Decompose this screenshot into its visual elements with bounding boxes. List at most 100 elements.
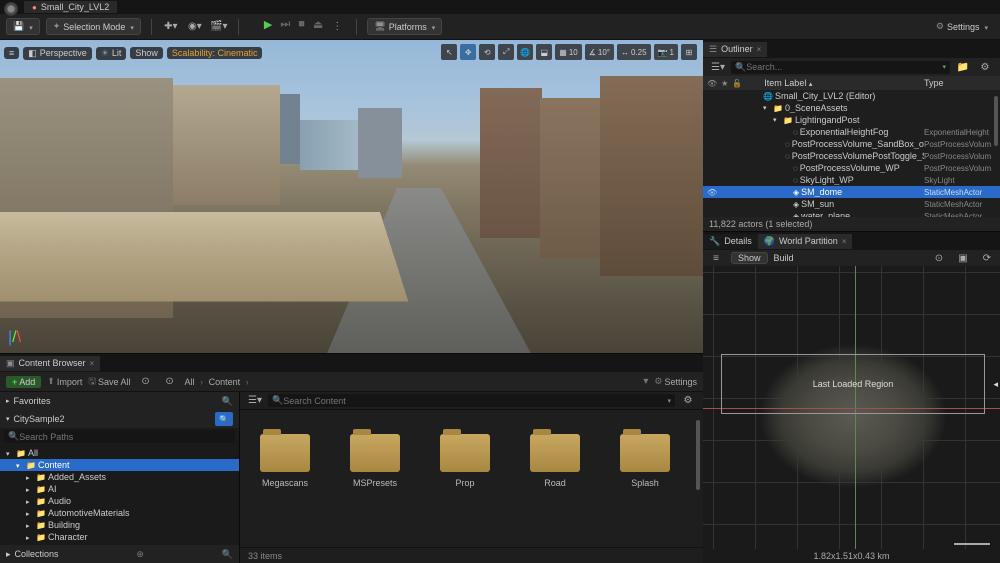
surface-snap-toggle[interactable]: ⬓: [536, 44, 552, 60]
outliner-row[interactable]: ◈ SM_sun StaticMeshActor: [703, 198, 1000, 210]
close-icon[interactable]: ×: [757, 45, 762, 54]
coord-space-toggle[interactable]: 🌐: [517, 44, 533, 60]
selection-mode-dropdown[interactable]: ✦ Selection Mode: [46, 18, 141, 35]
perspective-dropdown[interactable]: Perspective: [23, 47, 92, 60]
outliner-row[interactable]: 🌐 Small_City_LVL2 (Editor): [703, 90, 1000, 102]
outliner-row[interactable]: ◌ PostProcessVolumePostToggle_S PostProc…: [703, 150, 1000, 162]
play-options-dropdown[interactable]: ⋮: [328, 18, 346, 36]
tree-row[interactable]: 📁Character: [0, 531, 239, 543]
outliner-row[interactable]: 👁 ◈ SM_dome StaticMeshActor: [703, 186, 1000, 198]
collapse-icon[interactable]: ▾: [6, 415, 10, 423]
close-icon[interactable]: ×: [90, 359, 95, 368]
save-button[interactable]: [6, 18, 40, 35]
filter-dropdown[interactable]: ☰▾: [709, 58, 727, 76]
bounds-button[interactable]: ▣: [954, 249, 972, 267]
search-paths-input[interactable]: 🔍: [4, 430, 235, 443]
import-button[interactable]: ⬆Import: [47, 376, 82, 387]
outliner-row[interactable]: ◌ ExponentialHeightFog ExponentialHeight: [703, 126, 1000, 138]
refresh-button[interactable]: ⟳: [978, 249, 996, 267]
expand-icon[interactable]: ▸: [6, 397, 10, 405]
collections-header[interactable]: ▸ Collections ⊕ 🔍: [0, 545, 239, 563]
view-options-button[interactable]: ⚙: [679, 392, 697, 410]
visibility-column-icon[interactable]: 👁: [707, 79, 717, 88]
project-header[interactable]: ▾ CitySample2 🔍: [0, 410, 239, 428]
filter-dropdown[interactable]: ☰▾: [246, 392, 264, 410]
rotate-tool[interactable]: ⟲: [479, 44, 495, 60]
maximize-viewport[interactable]: ⊞: [681, 44, 697, 60]
type-column[interactable]: Type: [924, 78, 996, 88]
viewport-canvas[interactable]: |/\: [0, 40, 703, 353]
favorites-header[interactable]: ▸ Favorites 🔍: [0, 392, 239, 410]
grid-snap-value[interactable]: ▦ 10: [555, 44, 581, 60]
asset-folder[interactable]: Splash: [614, 434, 676, 488]
search-icon[interactable]: 🔍: [222, 396, 233, 407]
cinematics-dropdown[interactable]: 🎬▾: [210, 18, 228, 36]
outliner-search-input[interactable]: 🔍 ▾: [731, 61, 950, 74]
search-content-input[interactable]: 🔍 ▾: [268, 394, 675, 407]
camera-speed[interactable]: 📷 1: [654, 44, 678, 60]
tree-row[interactable]: 📁AutomotiveMaterials: [0, 507, 239, 519]
create-dropdown[interactable]: ✚▾: [162, 18, 180, 36]
item-label-column[interactable]: Item Label ▴: [748, 78, 918, 88]
tree-row[interactable]: 📁Building: [0, 519, 239, 531]
add-collection-icon[interactable]: ⊕: [136, 549, 144, 560]
outliner-tab[interactable]: ☰ Outliner ×: [703, 42, 767, 57]
search-paths-button[interactable]: 🔍: [215, 412, 233, 426]
tree-row[interactable]: 📁All: [0, 447, 239, 459]
outliner-row[interactable]: ◈ water_plane StaticMeshActor: [703, 210, 1000, 217]
close-icon[interactable]: ×: [842, 237, 847, 246]
expand-icon[interactable]: ▸: [6, 549, 11, 560]
content-settings-button[interactable]: ⚙Settings: [654, 376, 697, 387]
select-tool[interactable]: ↖: [441, 44, 457, 60]
add-button[interactable]: Add: [6, 376, 41, 388]
tree-row[interactable]: 📁Audio: [0, 495, 239, 507]
history-back-button[interactable]: ⊙: [137, 373, 155, 391]
outliner-row[interactable]: ◌ PostProcessVolume_SandBox_only PostPro…: [703, 138, 1000, 150]
focus-button[interactable]: ⊙: [930, 249, 948, 267]
stop-button[interactable]: ■: [295, 18, 308, 36]
settings-dropdown[interactable]: ⚙ Settings: [930, 19, 994, 34]
outliner-row[interactable]: ▾ 📁 LightingandPost: [703, 114, 1000, 126]
outliner-row[interactable]: ◌ SkyLight_WP SkyLight: [703, 174, 1000, 186]
save-all-button[interactable]: 🖫Save All: [88, 374, 130, 390]
document-tab[interactable]: Small_City_LVL2: [24, 1, 117, 13]
search-icon[interactable]: 🔍: [222, 549, 233, 560]
asset-folder[interactable]: MSPresets: [344, 434, 406, 488]
outliner-settings-button[interactable]: ⚙: [976, 58, 994, 76]
translate-tool[interactable]: ✥: [460, 44, 476, 60]
skip-button[interactable]: ⏭: [277, 18, 293, 36]
assets-grid[interactable]: Megascans MSPresets Prop Road Splash: [240, 410, 703, 547]
viewport[interactable]: Perspective ☀Lit Show Scalability: Cinem…: [0, 40, 703, 353]
eject-button[interactable]: ⏏: [310, 18, 326, 36]
new-folder-button[interactable]: 📁: [954, 58, 972, 76]
angle-snap-value[interactable]: ∡ 10°: [585, 44, 614, 60]
show-dropdown[interactable]: Show: [130, 47, 163, 59]
tree-row[interactable]: 📁Content: [0, 459, 239, 471]
scale-tool[interactable]: ⤢: [498, 44, 514, 60]
last-loaded-region[interactable]: Last Loaded Region: [721, 354, 985, 414]
outliner-row[interactable]: ◌ PostProcessVolume_WP PostProcessVolum: [703, 162, 1000, 174]
outliner-tree[interactable]: 🌐 Small_City_LVL2 (Editor) ▾ 📁 0_SceneAs…: [703, 90, 1000, 217]
scalability-button[interactable]: Scalability: Cinematic: [167, 47, 263, 59]
history-forward-button[interactable]: ⊙: [161, 373, 179, 391]
options-menu[interactable]: ≡: [707, 249, 725, 267]
asset-folder[interactable]: Megascans: [254, 434, 316, 488]
play-button[interactable]: ▶: [261, 18, 275, 36]
world-partition-tab[interactable]: 🌍 World Partition ×: [758, 234, 853, 249]
build-button[interactable]: Build: [774, 253, 794, 263]
show-dropdown[interactable]: Show: [731, 252, 768, 264]
viewport-options-menu[interactable]: [4, 47, 19, 59]
details-tab[interactable]: 🔧 Details: [703, 234, 758, 249]
pinned-column-icon[interactable]: ★: [721, 79, 728, 88]
tree-row[interactable]: 📁Added_Assets: [0, 471, 239, 483]
world-partition-map[interactable]: Last Loaded Region: [703, 266, 1000, 549]
platforms-dropdown[interactable]: 🖥 Platforms: [367, 18, 442, 35]
asset-folder[interactable]: Road: [524, 434, 586, 488]
source-tree[interactable]: 📁All📁Content📁Added_Assets📁AI📁Audio📁Autom…: [0, 445, 239, 545]
outliner-row[interactable]: ▾ 📁 0_SceneAssets: [703, 102, 1000, 114]
lock-column-icon[interactable]: 🔓: [732, 79, 742, 88]
content-browser-tab[interactable]: ▣ Content Browser ×: [0, 356, 100, 371]
lit-mode-dropdown[interactable]: ☀Lit: [96, 47, 127, 60]
blueprints-dropdown[interactable]: ◉▾: [186, 18, 204, 36]
asset-folder[interactable]: Prop: [434, 434, 496, 488]
